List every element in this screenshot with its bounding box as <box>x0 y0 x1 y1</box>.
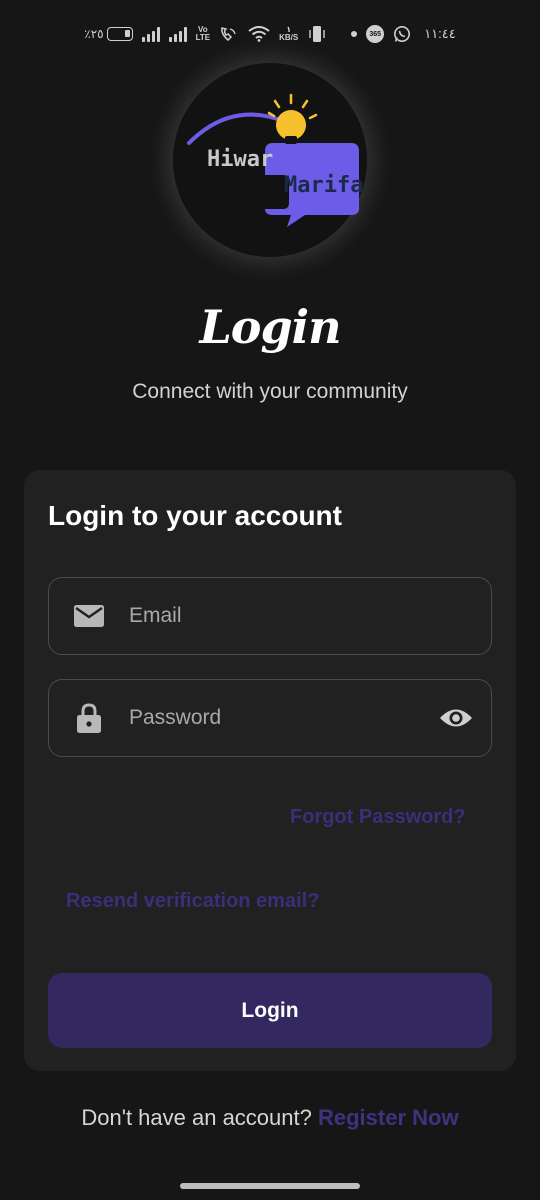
vibrate-icon <box>309 26 325 42</box>
logo-word-marifa: Marifa <box>284 173 364 198</box>
logo-word-hiwar: Hiwar <box>207 147 274 172</box>
register-prompt: Don't have an account? Register Now <box>0 1105 540 1131</box>
app-logo: Hiwar Marifa <box>173 63 367 257</box>
battery-indicator: ٪٢٥ <box>84 27 133 41</box>
battery-icon <box>106 27 133 41</box>
whatsapp-icon <box>394 26 411 42</box>
page-title: Login <box>199 300 341 354</box>
password-input[interactable] <box>129 680 421 756</box>
clock: ١١:٤٤ <box>424 26 456 41</box>
register-link[interactable]: Register Now <box>318 1105 459 1130</box>
signal-icon <box>141 26 160 42</box>
password-field[interactable] <box>48 679 492 757</box>
call-wifi-icon <box>221 27 236 42</box>
page-subtitle: Connect with your community <box>132 380 408 403</box>
notification-dot <box>351 31 358 37</box>
card-heading: Login to your account <box>48 500 342 531</box>
app-badge-icon: 365 <box>366 25 385 43</box>
register-prompt-text: Don't have an account? <box>81 1105 312 1130</box>
volte-icon: Vo LTE <box>195 25 211 42</box>
mail-icon <box>49 604 129 628</box>
email-input[interactable] <box>129 578 491 654</box>
wifi-icon <box>248 26 270 42</box>
show-password-icon[interactable] <box>421 707 491 729</box>
data-rate: ١ KB/S <box>279 25 299 42</box>
login-screen: ٪٢٥ Vo LTE ١ KB/S 365 ١١:٤٤ Hiwar Marifa… <box>0 0 540 1200</box>
email-field[interactable] <box>48 577 492 655</box>
status-bar: ٪٢٥ Vo LTE ١ KB/S 365 ١١:٤٤ <box>0 0 540 70</box>
forgot-password-link[interactable]: Forgot Password? <box>290 806 466 829</box>
battery-percent: ٪٢٥ <box>84 27 104 41</box>
login-card: Login to your account Email Forgot Passw… <box>24 470 516 1071</box>
login-button[interactable]: Login <box>48 973 492 1048</box>
lock-icon <box>49 702 129 734</box>
resend-verification-link[interactable]: Resend verification email? <box>66 890 319 913</box>
home-indicator[interactable] <box>180 1183 360 1189</box>
signal-icon-2 <box>168 26 187 42</box>
